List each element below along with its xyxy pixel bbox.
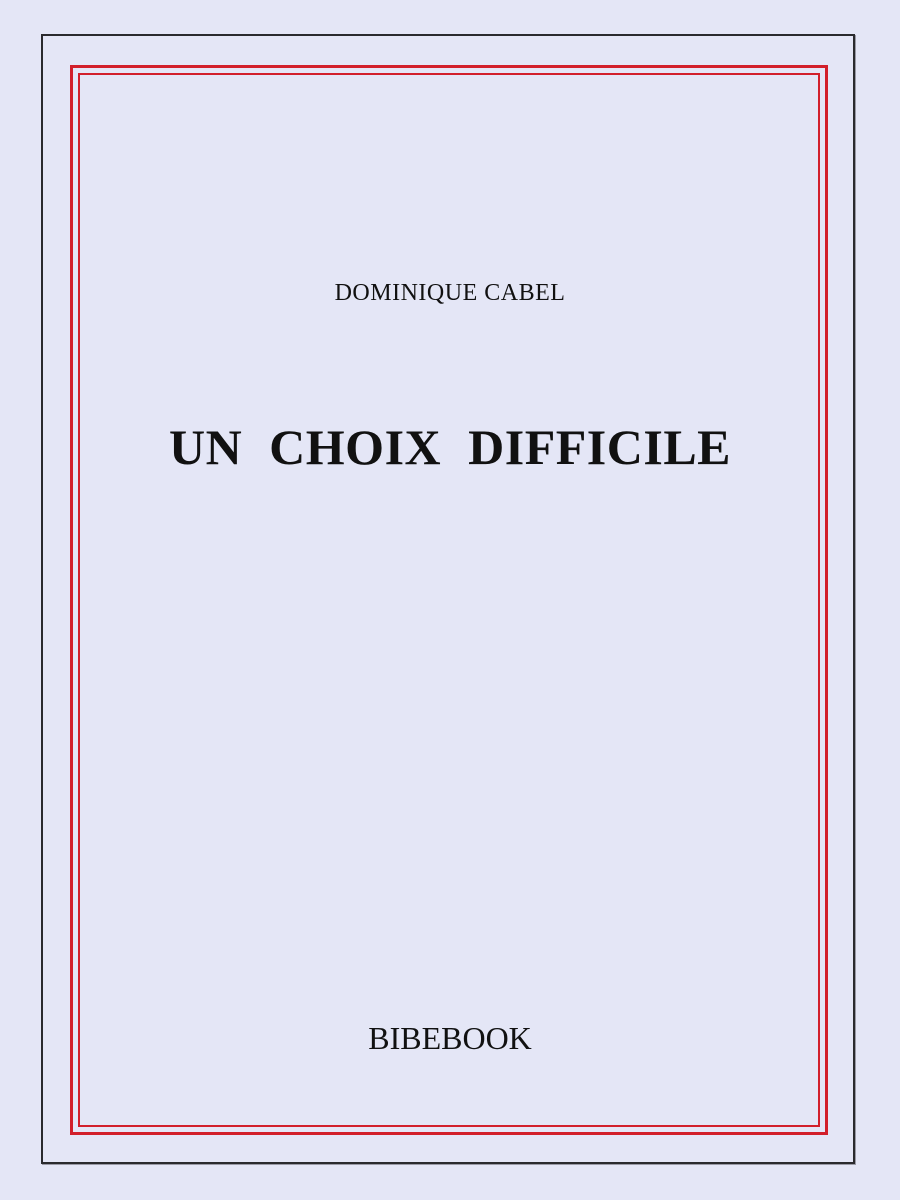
- author-name: DOMINIQUE CABEL: [334, 280, 566, 306]
- book-cover: DOMINIQUE CABEL UN CHOIX DIFFICILE BIBEB…: [0, 0, 900, 1200]
- publisher-name: BIBEBOOK: [368, 1020, 532, 1056]
- book-title: UN CHOIX DIFFICILE: [168, 419, 732, 475]
- red-border-inner: [78, 73, 820, 1127]
